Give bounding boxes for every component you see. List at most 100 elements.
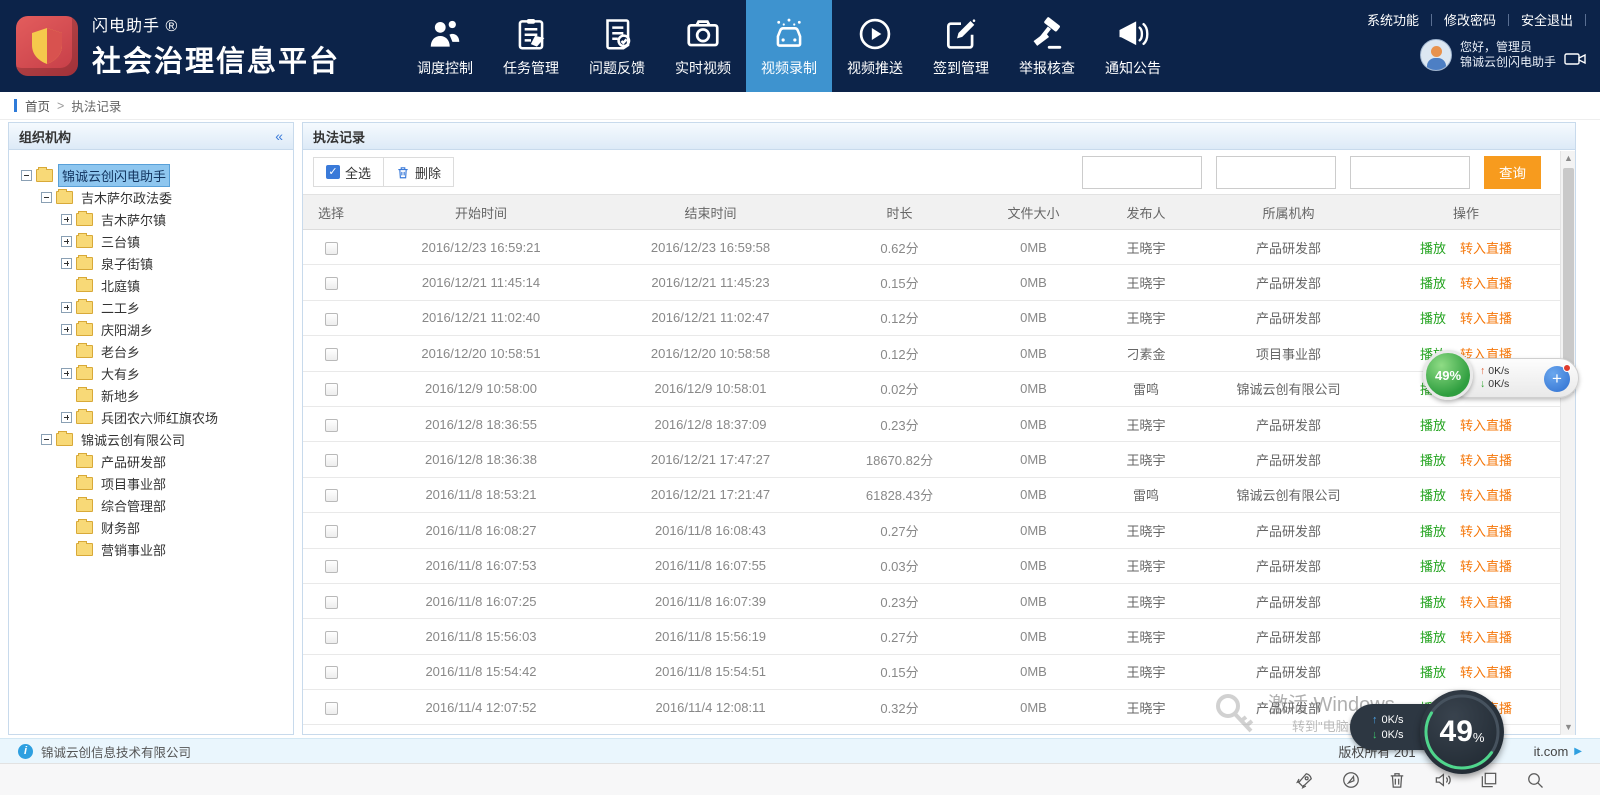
tree-expander-icon[interactable]	[41, 192, 52, 203]
tree-node-label[interactable]: 锦诚云创闪电助手	[58, 164, 170, 187]
row-checkbox[interactable]	[325, 419, 338, 432]
play-link[interactable]: 播放	[1420, 311, 1446, 326]
scroll-up-arrow-icon[interactable]: ▲	[1561, 151, 1576, 166]
dark-percent-ball[interactable]: 49 %	[1420, 690, 1504, 774]
tree-node-label[interactable]: 大有乡	[98, 363, 143, 384]
row-checkbox[interactable]	[325, 348, 338, 361]
to-live-link[interactable]: 转入直播	[1460, 595, 1512, 610]
tree-expander-icon[interactable]	[61, 324, 72, 335]
play-link[interactable]: 播放	[1420, 488, 1446, 503]
tree-expander-icon[interactable]	[61, 214, 72, 225]
tree-node-label[interactable]: 营销事业部	[98, 539, 169, 560]
tree-expander-icon[interactable]	[61, 368, 72, 379]
row-checkbox[interactable]	[325, 242, 338, 255]
play-link[interactable]: 播放	[1420, 559, 1446, 574]
tree-node-label[interactable]: 综合管理部	[98, 495, 169, 516]
scroll-down-arrow-icon[interactable]: ▼	[1561, 720, 1576, 735]
nav-item[interactable]: 视频推送	[832, 0, 918, 92]
tree-expander-icon[interactable]	[61, 302, 72, 313]
row-checkbox[interactable]	[325, 525, 338, 538]
tree-node-label[interactable]: 产品研发部	[98, 451, 169, 472]
row-checkbox[interactable]	[325, 596, 338, 609]
play-link[interactable]: 播放	[1420, 276, 1446, 291]
top-link[interactable]: 安全退出	[1509, 10, 1585, 29]
play-link[interactable]: 播放	[1420, 524, 1446, 539]
nav-item[interactable]: 问题反馈	[574, 0, 660, 92]
tree-node-label[interactable]: 兵团农六师红旗农场	[98, 407, 221, 428]
breadcrumb-home[interactable]: 首页	[25, 96, 50, 115]
tree-node-label[interactable]: 吉木萨尔镇	[98, 209, 169, 230]
nav-item[interactable]: 实时视频	[660, 0, 746, 92]
nav-item[interactable]: 签到管理	[918, 0, 1004, 92]
bottom-toolbar-icon[interactable]	[1525, 770, 1545, 790]
row-checkbox[interactable]	[325, 702, 338, 715]
tree-expander-icon[interactable]	[41, 434, 52, 445]
tree-node-label[interactable]: 新地乡	[98, 385, 143, 406]
to-live-link[interactable]: 转入直播	[1460, 276, 1512, 291]
row-checkbox[interactable]	[325, 631, 338, 644]
play-link[interactable]: 播放	[1420, 241, 1446, 256]
filter-input-3[interactable]	[1350, 156, 1470, 189]
tree-expander-icon[interactable]	[21, 170, 32, 181]
top-link[interactable]: 修改密码	[1432, 10, 1508, 29]
sidebar-collapse-icon[interactable]: «	[275, 128, 283, 144]
row-checkbox[interactable]	[325, 489, 338, 502]
tree-node-label[interactable]: 北庭镇	[98, 275, 143, 296]
play-link[interactable]: 播放	[1420, 595, 1446, 610]
bottom-toolbar-icon[interactable]	[1387, 770, 1407, 790]
bottom-toolbar-icon[interactable]	[1295, 770, 1315, 790]
to-live-link[interactable]: 转入直播	[1460, 418, 1512, 433]
row-checkbox[interactable]	[325, 454, 338, 467]
tree-node-label[interactable]: 财务部	[98, 517, 143, 538]
tree-node-label[interactable]: 吉木萨尔政法委	[78, 187, 175, 208]
to-live-link[interactable]: 转入直播	[1460, 453, 1512, 468]
row-checkbox[interactable]	[325, 383, 338, 396]
query-button[interactable]: 查询	[1484, 156, 1541, 189]
play-link[interactable]: 播放	[1420, 453, 1446, 468]
tree-expander-icon[interactable]	[61, 236, 72, 247]
to-live-link[interactable]: 转入直播	[1460, 488, 1512, 503]
nav-item[interactable]: 调度控制	[402, 0, 488, 92]
upload-arrow-icon: ↑	[1372, 714, 1378, 726]
to-live-link[interactable]: 转入直播	[1460, 311, 1512, 326]
tree-node-label[interactable]: 庆阳湖乡	[98, 319, 156, 340]
row-checkbox[interactable]	[325, 277, 338, 290]
row-checkbox[interactable]	[325, 560, 338, 573]
to-live-link[interactable]: 转入直播	[1460, 524, 1512, 539]
nav-item[interactable]: 视频录制	[746, 0, 832, 92]
select-all-button[interactable]: ✓ 全选	[313, 157, 384, 187]
filter-input-2[interactable]	[1216, 156, 1336, 189]
vertical-scrollbar[interactable]: ▲ ▼	[1560, 151, 1575, 735]
nav-item[interactable]: 举报核查	[1004, 0, 1090, 92]
tree-node-label[interactable]: 泉子街镇	[98, 253, 156, 274]
row-checkbox[interactable]	[325, 666, 338, 679]
tree-node-label[interactable]: 老台乡	[98, 341, 143, 362]
to-live-link[interactable]: 转入直播	[1460, 630, 1512, 645]
camcorder-icon	[1564, 52, 1586, 71]
tree-node-label[interactable]: 项目事业部	[98, 473, 169, 494]
bottom-toolbar-icon[interactable]	[1341, 770, 1361, 790]
tree-node-label[interactable]: 二工乡	[98, 297, 143, 318]
start-time-cell: 2016/11/8 18:53:21	[359, 477, 603, 512]
tree-expander-icon[interactable]	[61, 258, 72, 269]
row-checkbox[interactable]	[325, 313, 338, 326]
delete-button[interactable]: 删除	[384, 157, 454, 187]
nav-item[interactable]: 任务管理	[488, 0, 574, 92]
top-link[interactable]: 系统功能	[1355, 10, 1431, 29]
filter-input-1[interactable]	[1082, 156, 1202, 189]
upload-speed: 0K/s	[1382, 714, 1404, 726]
folder-icon	[56, 433, 73, 446]
memory-percent-ball[interactable]: 49%	[1423, 350, 1473, 400]
nav-item[interactable]: 通知公告	[1090, 0, 1176, 92]
play-link[interactable]: 播放	[1420, 630, 1446, 645]
play-link[interactable]: 播放	[1420, 665, 1446, 680]
tree-node-label[interactable]: 三台镇	[98, 231, 143, 252]
play-link[interactable]: 播放	[1420, 418, 1446, 433]
tree-expander-icon[interactable]	[61, 412, 72, 423]
to-live-link[interactable]: 转入直播	[1460, 241, 1512, 256]
avatar[interactable]	[1420, 39, 1452, 71]
to-live-link[interactable]: 转入直播	[1460, 665, 1512, 680]
bottom-toolbar-icon[interactable]	[1479, 770, 1499, 790]
to-live-link[interactable]: 转入直播	[1460, 559, 1512, 574]
tree-node-label[interactable]: 锦诚云创有限公司	[78, 429, 188, 450]
